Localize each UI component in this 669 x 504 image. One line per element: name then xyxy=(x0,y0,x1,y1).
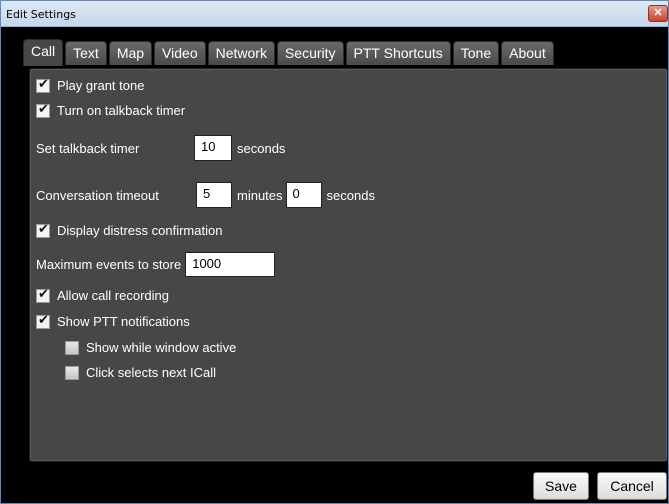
timeout-seconds-unit: seconds xyxy=(326,187,375,203)
tab-tone[interactable]: Tone xyxy=(452,41,500,65)
talkback-timer-label: Turn on talkback timer xyxy=(57,103,186,118)
set-talkback-label: Set talkback timer xyxy=(36,140,140,156)
settings-tabs: Call Text Map Video Network Security PTT… xyxy=(23,39,556,66)
conversation-timeout-row: Conversation timeout 5 minutes 0 seconds xyxy=(36,182,375,208)
click-selects-next-checkbox[interactable] xyxy=(65,365,79,380)
max-events-field[interactable]: 1000 xyxy=(185,252,276,277)
set-talkback-row: Set talkback timer 10 seconds xyxy=(36,135,285,161)
max-events-label: Maximum events to store xyxy=(36,257,182,272)
timeout-minutes-field[interactable]: 5 xyxy=(196,182,232,208)
talkback-timer-checkbox[interactable] xyxy=(36,102,50,118)
distress-confirmation-label: Display distress confirmation xyxy=(57,223,223,238)
ptt-notifications-label: Show PTT notifications xyxy=(57,314,190,329)
timeout-seconds-field[interactable]: 0 xyxy=(285,182,322,208)
play-grant-tone-label: Play grant tone xyxy=(57,78,145,93)
show-while-active-checkbox[interactable] xyxy=(65,340,79,355)
max-events-row: Maximum events to store 1000 xyxy=(36,252,276,277)
allow-recording-row: Allow call recording xyxy=(36,287,169,303)
distress-confirmation-row: Display distress confirmation xyxy=(36,222,223,238)
window-title: Edit Settings xyxy=(6,8,76,21)
tab-security[interactable]: Security xyxy=(276,41,344,65)
title-bar[interactable]: Edit Settings ✕ xyxy=(1,1,668,27)
tab-ptt-shortcuts[interactable]: PTT Shortcuts xyxy=(345,41,451,65)
tab-about[interactable]: About xyxy=(501,41,554,65)
talkback-timer-row: Turn on talkback timer xyxy=(36,102,186,118)
allow-recording-label: Allow call recording xyxy=(57,288,169,303)
show-while-active-label: Show while window active xyxy=(86,340,237,355)
tab-map[interactable]: Map xyxy=(108,41,153,65)
play-grant-tone-row: Play grant tone xyxy=(36,77,145,93)
ptt-notifications-row: Show PTT notifications xyxy=(36,313,190,329)
show-while-active-row: Show while window active xyxy=(65,340,236,355)
timeout-minutes-unit: minutes xyxy=(237,187,283,203)
tab-text[interactable]: Text xyxy=(65,41,107,65)
ptt-notifications-checkbox[interactable] xyxy=(36,313,50,329)
tab-video[interactable]: Video xyxy=(154,41,206,65)
edit-settings-window: Edit Settings ✕ Call Text Map Video Netw… xyxy=(0,0,669,504)
talkback-seconds-unit: seconds xyxy=(237,140,286,156)
cancel-button[interactable]: Cancel xyxy=(597,472,667,500)
talkback-seconds-field[interactable]: 10 xyxy=(194,135,232,161)
click-selects-next-label: Click selects next ICall xyxy=(86,365,217,380)
click-selects-next-row: Click selects next ICall xyxy=(65,365,216,380)
allow-recording-checkbox[interactable] xyxy=(36,287,50,303)
save-button[interactable]: Save xyxy=(533,472,589,500)
distress-confirmation-checkbox[interactable] xyxy=(36,222,50,238)
conversation-timeout-label: Conversation timeout xyxy=(36,187,159,203)
tab-network[interactable]: Network xyxy=(207,41,275,65)
close-button[interactable]: ✕ xyxy=(648,5,668,22)
close-icon: ✕ xyxy=(653,7,663,19)
tab-call[interactable]: Call xyxy=(23,39,64,66)
play-grant-tone-checkbox[interactable] xyxy=(36,77,50,93)
